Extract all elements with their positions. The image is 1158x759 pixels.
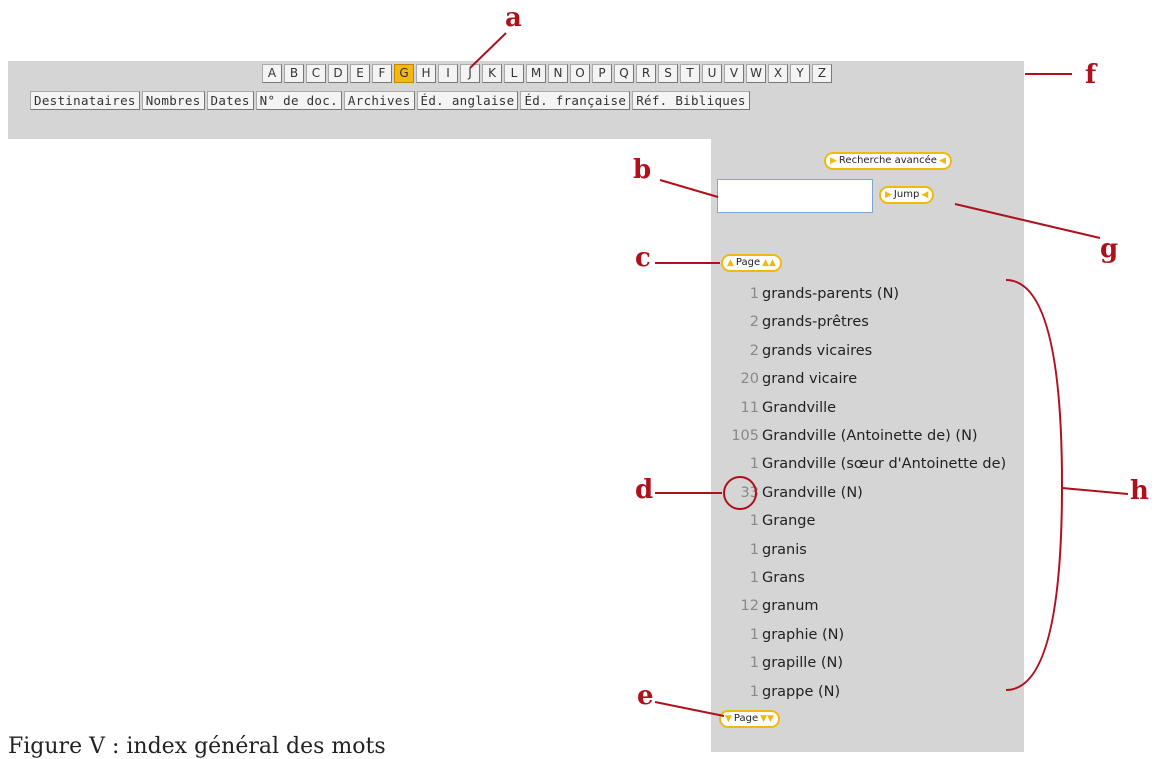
index-word-link[interactable]: graphie (N) — [762, 626, 844, 644]
letter-m-button[interactable]: M — [526, 64, 546, 83]
occurrence-count: 11 — [740, 399, 759, 416]
letter-k-button[interactable]: K — [482, 64, 502, 83]
triangle-right-icon: ▶ — [830, 156, 837, 166]
callout-f: f — [1085, 60, 1097, 90]
occurrence-count: 2 — [749, 342, 759, 359]
tab-0[interactable]: Destinataires — [30, 91, 140, 110]
index-word-link[interactable]: grand vicaire — [762, 370, 857, 388]
occurrence-count: 1 — [749, 456, 759, 473]
index-word-link[interactable]: grands-parents (N) — [762, 285, 899, 303]
index-word-link[interactable]: granum — [762, 597, 819, 615]
callout-h: h — [1130, 476, 1149, 506]
callout-a: a — [505, 3, 522, 33]
page-down-button[interactable]: ▼ Page ▼▼ — [719, 710, 780, 728]
callout-h-line — [1061, 487, 1129, 495]
index-word-link[interactable]: grands-prêtres — [762, 313, 869, 331]
advanced-search-label: Recherche avancée — [838, 155, 937, 166]
index-word-link[interactable]: grands vicaires — [762, 342, 872, 360]
page-up-label: Page — [735, 257, 761, 268]
letter-q-button[interactable]: Q — [614, 64, 634, 83]
page-up-button[interactable]: ▲ Page ▲▲ — [721, 254, 782, 272]
occurrence-count: 1 — [749, 286, 759, 302]
occurrence-count: 20 — [740, 371, 759, 388]
index-word-link[interactable]: Grandville (N) — [762, 484, 863, 502]
letter-w-button[interactable]: W — [746, 64, 766, 83]
tab-5[interactable]: Éd. anglaise — [416, 91, 519, 110]
letter-d-button[interactable]: D — [328, 64, 348, 83]
triangle-left-icon: ◀ — [921, 190, 929, 200]
letter-u-button[interactable]: U — [702, 64, 722, 83]
tab-6[interactable]: Éd. française — [520, 91, 631, 110]
letter-l-button[interactable]: L — [504, 64, 524, 83]
index-word-link[interactable]: Grange — [762, 512, 815, 530]
advanced-search-button[interactable]: ▶ Recherche avancée ◀ — [824, 152, 952, 170]
callout-b-line — [659, 179, 719, 198]
index-tabs: Destinataires Nombres Dates N° de doc. Archi… — [30, 91, 750, 110]
tab-1[interactable]: Nombres — [141, 91, 205, 110]
tab-3[interactable]: N° de doc. — [255, 91, 342, 110]
triangle-down-double-icon: ▼▼ — [760, 714, 774, 724]
letter-a-button[interactable]: A — [262, 64, 282, 83]
jump-label: Jump — [893, 189, 920, 200]
triangle-left-icon: ◀ — [938, 156, 946, 166]
triangle-right-icon: ▶ — [885, 190, 892, 200]
letter-o-button[interactable]: O — [570, 64, 590, 83]
figure-caption: Figure V : index général des mots — [8, 734, 386, 759]
letter-y-button[interactable]: Y — [790, 64, 810, 83]
occurrence-count: 33 — [740, 484, 759, 501]
letter-b-button[interactable]: B — [284, 64, 304, 83]
letter-p-button[interactable]: P — [592, 64, 612, 83]
index-word-link[interactable]: granis — [762, 541, 807, 559]
tab-4[interactable]: Archives — [343, 91, 415, 110]
occurrence-count: 1 — [749, 541, 759, 558]
letter-i-button[interactable]: I — [438, 64, 458, 83]
letter-z-button[interactable]: Z — [812, 64, 832, 83]
jump-button[interactable]: ▶ Jump ◀ — [879, 186, 935, 204]
letter-c-button[interactable]: C — [306, 64, 326, 83]
occurrence-count: 1 — [749, 570, 759, 586]
occurrence-count: 1 — [749, 513, 759, 530]
occurrence-count: 1 — [749, 626, 759, 643]
callout-b: b — [633, 155, 652, 185]
callout-g: g — [1100, 234, 1119, 264]
triangle-up-icon: ▲ — [727, 258, 734, 268]
tab-7[interactable]: Réf. Bibliques — [632, 91, 750, 110]
occurrence-count: 1 — [749, 683, 759, 700]
occurrence-count: 105 — [731, 428, 759, 444]
triangle-down-icon: ▼ — [725, 714, 732, 724]
letter-e-button[interactable]: E — [350, 64, 370, 83]
callout-e: e — [637, 681, 654, 711]
letter-f-button[interactable]: F — [372, 64, 392, 83]
letter-v-button[interactable]: V — [724, 64, 744, 83]
index-word-link[interactable]: grappe (N) — [762, 683, 840, 701]
index-word-link[interactable]: Grandville (Antoinette de) (N) — [762, 427, 978, 445]
tab-2[interactable]: Dates — [206, 91, 254, 110]
callout-c: c — [635, 243, 651, 273]
letter-n-button[interactable]: N — [548, 64, 568, 83]
callout-d: d — [635, 475, 654, 505]
index-word-link[interactable]: grapille (N) — [762, 654, 843, 672]
occurrence-count: 2 — [749, 314, 759, 331]
index-word-link[interactable]: Grandville — [762, 399, 836, 417]
letter-h-button[interactable]: H — [416, 64, 436, 83]
occurrence-count: 1 — [749, 655, 759, 672]
occurrence-count: 12 — [740, 598, 759, 615]
letter-s-button[interactable]: S — [658, 64, 678, 83]
letter-g-button[interactable]: G — [394, 64, 414, 83]
letter-j-button[interactable]: J — [460, 64, 480, 83]
alphabet-bar: ABCDEFGHIJKLMNOPQRSTUVWXYZ — [262, 64, 832, 83]
letter-t-button[interactable]: T — [680, 64, 700, 83]
letter-r-button[interactable]: R — [636, 64, 656, 83]
search-input[interactable] — [717, 179, 873, 213]
page-down-label: Page — [733, 713, 759, 724]
letter-x-button[interactable]: X — [768, 64, 788, 83]
index-word-link[interactable]: Grandville (sœur d'Antoinette de) — [762, 455, 1006, 473]
index-word-link[interactable]: Grans — [762, 569, 805, 587]
triangle-up-double-icon: ▲▲ — [762, 258, 776, 268]
